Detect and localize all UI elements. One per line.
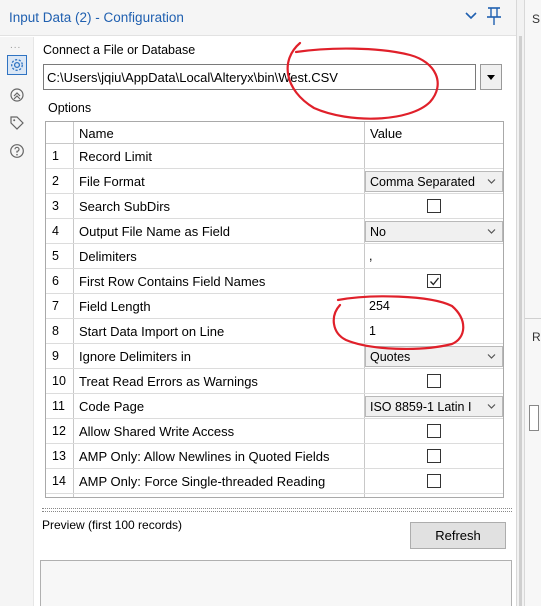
option-name: Start Data Import on Line — [79, 324, 225, 339]
option-value-field[interactable]: , — [369, 249, 372, 263]
option-select[interactable]: No — [365, 221, 503, 242]
row-number: 13 — [52, 449, 66, 463]
row-number: 4 — [52, 224, 59, 238]
row-number: 1 — [52, 149, 59, 163]
arrow-circle-icon[interactable] — [7, 85, 27, 105]
option-select-value: No — [370, 225, 386, 239]
option-checkbox[interactable] — [427, 374, 441, 388]
option-checkbox[interactable] — [427, 199, 441, 213]
right-pane: S R — [525, 0, 541, 606]
pin-icon[interactable] — [486, 6, 502, 26]
checkmark-icon — [430, 277, 440, 286]
option-row[interactable]: 1 Record Limit — [46, 144, 503, 169]
option-row[interactable]: 5 Delimiters, — [46, 244, 503, 269]
row-number: 5 — [52, 249, 59, 263]
row-number: 3 — [52, 199, 59, 213]
row-number: 6 — [52, 274, 59, 288]
option-name: Record Limit — [79, 149, 152, 164]
connection-label: Connect a File or Database — [43, 43, 196, 57]
options-grid: Name Value 1 Record Limit 2 File Format Comm… — [45, 121, 504, 498]
option-name: Output File Name as Field — [79, 224, 231, 239]
option-row[interactable]: 2 File Format Comma Separated — [46, 169, 503, 194]
option-row[interactable]: 3 Search SubDirs — [46, 194, 503, 219]
option-row[interactable]: 4 Output File Name as Field No — [46, 219, 503, 244]
preview-label: Preview (first 100 records) — [42, 518, 183, 532]
row-number: 11 — [52, 399, 65, 413]
option-select[interactable]: ISO 8859-1 Latin I — [365, 396, 503, 417]
window-title: Input Data (2) - Configuration — [9, 10, 184, 25]
right-pane-label: S — [532, 12, 541, 26]
option-name: Search SubDirs — [79, 199, 171, 214]
option-row[interactable]: 7 Field Length 254 — [46, 294, 503, 319]
option-name: File Format — [79, 174, 145, 189]
tag-icon[interactable] — [7, 113, 27, 133]
row-number: 8 — [52, 324, 59, 338]
option-name: AMP Only: Force Single-threaded Reading — [79, 474, 326, 489]
row-number: 12 — [52, 424, 66, 438]
option-name: Ignore Delimiters in — [79, 349, 191, 364]
option-row[interactable]: 12 Allow Shared Write Access — [46, 419, 503, 444]
preview-area — [40, 560, 512, 606]
sidebar-dots: ... — [10, 40, 22, 51]
option-row[interactable]: 6 First Row Contains Field Names — [46, 269, 503, 294]
option-name: Delimiters — [79, 249, 137, 264]
option-select[interactable]: Quotes — [365, 346, 503, 367]
column-header-value: Value — [370, 126, 403, 141]
option-name: AMP Only: Allow Newlines in Quoted Field… — [79, 449, 330, 464]
option-name: First Row Contains Field Names — [79, 274, 266, 289]
option-select-value: Comma Separated — [370, 175, 475, 189]
help-icon[interactable] — [7, 141, 27, 161]
option-value-field[interactable]: 254 — [369, 299, 390, 313]
scrollbar[interactable] — [519, 36, 522, 606]
option-row[interactable]: 9 Ignore Delimiters in Quotes — [46, 344, 503, 369]
row-number: 10 — [52, 374, 66, 388]
chevron-down-icon — [487, 404, 496, 409]
option-row[interactable]: 14 AMP Only: Force Single-threaded Readin… — [46, 469, 503, 494]
row-number: 2 — [52, 174, 59, 188]
chevron-down-icon — [487, 179, 496, 184]
option-row[interactable]: 11 Code Page ISO 8859-1 Latin I — [46, 394, 503, 419]
splitter[interactable] — [42, 508, 512, 512]
option-value-field[interactable]: 1 — [369, 324, 376, 338]
file-dropdown-button[interactable] — [480, 64, 502, 90]
row-number: 9 — [52, 349, 59, 363]
option-checkbox[interactable] — [427, 474, 441, 488]
option-checkbox[interactable] — [427, 449, 441, 463]
right-pane-divider — [525, 318, 541, 319]
option-select-value: ISO 8859-1 Latin I — [370, 400, 472, 414]
pane-splitter[interactable] — [516, 0, 525, 606]
tool-sidebar: ... — [0, 37, 34, 606]
option-row[interactable]: 10 Treat Read Errors as Warnings — [46, 369, 503, 394]
option-row[interactable]: 13 AMP Only: Allow Newlines in Quoted Fie… — [46, 444, 503, 469]
right-pane-control[interactable] — [529, 405, 539, 431]
chevron-down-icon — [487, 229, 496, 234]
grid-header: Name Value — [46, 122, 503, 144]
option-row[interactable]: 8 Start Data Import on Line 1 — [46, 319, 503, 344]
config-header: Input Data (2) - Configuration — [0, 0, 516, 36]
option-select[interactable]: Comma Separated — [365, 171, 503, 192]
gear-icon[interactable] — [7, 55, 27, 75]
file-path-field[interactable]: C:\Users\jqiu\AppData\Local\Alteryx\bin\… — [43, 64, 476, 90]
option-name: Allow Shared Write Access — [79, 424, 235, 439]
option-checkbox[interactable] — [427, 424, 441, 438]
option-name: Field Length — [79, 299, 151, 314]
chevron-down-icon[interactable] — [464, 9, 478, 23]
right-pane-label: R — [532, 330, 541, 344]
option-name: Code Page — [79, 399, 145, 414]
option-checkbox[interactable] — [427, 274, 441, 288]
row-number: 14 — [52, 474, 66, 488]
chevron-down-icon — [487, 354, 496, 359]
column-header-name: Name — [79, 126, 114, 141]
refresh-button[interactable]: Refresh — [410, 522, 506, 549]
row-number: 7 — [52, 299, 59, 313]
options-label: Options — [48, 101, 92, 115]
option-select-value: Quotes — [370, 350, 411, 364]
caret-down-icon — [487, 74, 495, 80]
option-name: Treat Read Errors as Warnings — [79, 374, 258, 389]
